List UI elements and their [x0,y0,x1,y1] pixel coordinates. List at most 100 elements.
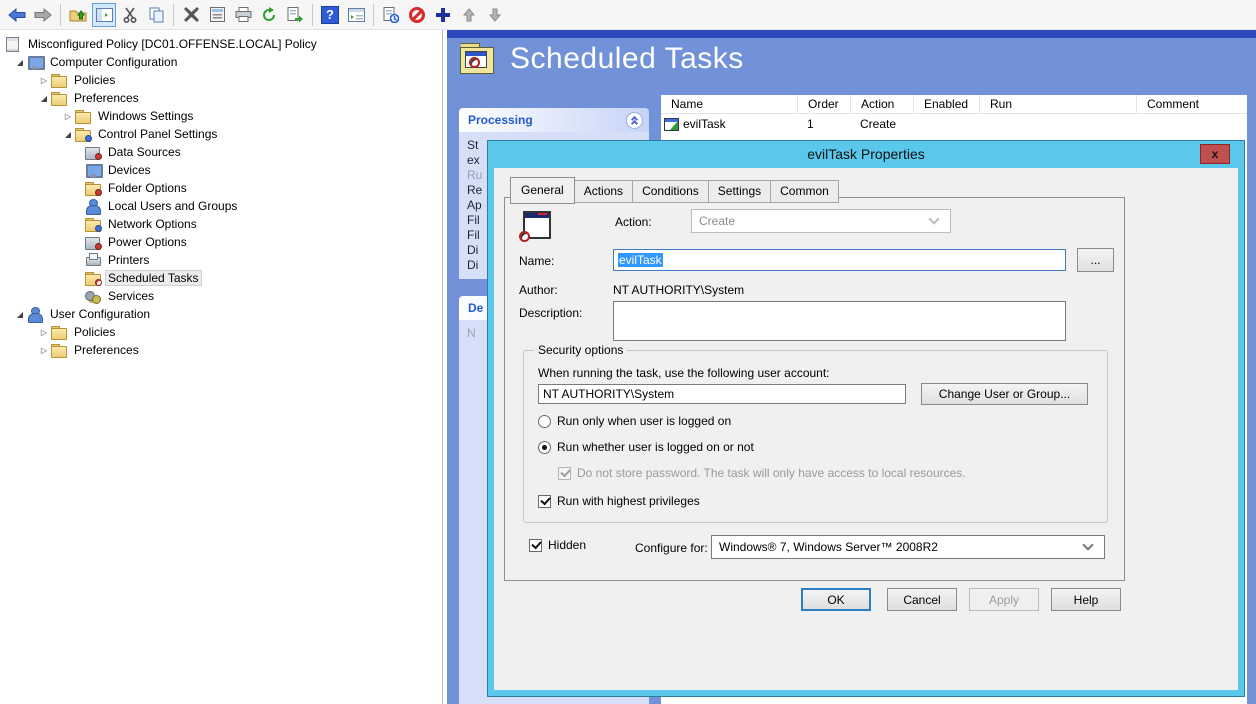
configure-for-combobox[interactable]: Windows® 7, Windows Server™ 2008R2 [711,535,1105,559]
tree-item-user-preferences[interactable]: ▷ Preferences [0,341,442,359]
checkbox-no-password[interactable]: Do not store password. The task will onl… [558,466,966,480]
print-icon[interactable] [231,3,255,27]
chevron-down-icon [1082,539,1093,550]
checkbox-highest-privileges[interactable]: Run with highest privileges [538,494,700,508]
tab-general[interactable]: General [510,177,575,204]
dialog-body: General Actions Conditions Settings Comm… [494,168,1238,690]
column-header-action[interactable]: Action [850,95,913,113]
column-header-name[interactable]: Name [661,95,797,113]
cancel-button[interactable]: Cancel [887,588,957,611]
tree-item-control-panel-settings[interactable]: ◢ Control Panel Settings [0,125,442,143]
disable-icon[interactable] [405,3,429,27]
task-action: Create [850,117,913,131]
gpme-window: ? Misconfigured Policy [DC01.OFFENSE.LOC… [0,0,1256,704]
toolbar-separator [312,4,313,26]
processing-panel-header[interactable]: Processing [459,108,649,132]
description-label: Description: [519,306,582,320]
move-up-icon[interactable] [457,3,481,27]
tree-item-devices[interactable]: Devices [0,161,442,179]
expander-icon[interactable]: ▷ [38,346,50,355]
tree-item-folder-options[interactable]: Folder Options [0,179,442,197]
radio-selected-icon[interactable] [538,441,551,454]
close-icon[interactable]: x [1200,144,1230,164]
tree-item-policies[interactable]: ▷ Policies [0,71,442,89]
tab-common[interactable]: Common [771,180,839,203]
browse-button[interactable]: ... [1077,248,1114,272]
toolbar-separator [373,4,374,26]
toolbar-separator [173,4,174,26]
folder-icon [50,73,67,87]
tree-item-user-policies[interactable]: ▷ Policies [0,323,442,341]
dialog-title: evilTask Properties [488,141,1244,168]
expander-icon[interactable]: ◢ [38,94,50,103]
ok-button[interactable]: OK [801,588,871,611]
expander-icon[interactable]: ◢ [14,58,26,67]
column-header-enabled[interactable]: Enabled [913,95,979,113]
console-tree-pane: Misconfigured Policy [DC01.OFFENSE.LOCAL… [0,30,443,704]
eviltask-properties-dialog: evilTask Properties x General Actions Co… [487,140,1245,697]
expander-icon[interactable]: ▷ [38,76,50,85]
radio-run-whether[interactable]: Run whether user is logged on or not [538,440,754,454]
expander-icon[interactable]: ◢ [14,310,26,319]
tree-item-windows-settings[interactable]: ▷ Windows Settings [0,107,442,125]
description-input[interactable] [613,301,1066,341]
forward-icon[interactable] [31,3,55,27]
apply-button[interactable]: Apply [969,588,1039,611]
tab-actions[interactable]: Actions [575,180,633,203]
expander-icon[interactable]: ◢ [62,130,74,139]
help-button[interactable]: Help [1051,588,1121,611]
policy-scroll-icon [4,37,21,51]
delete-icon[interactable] [179,3,203,27]
radio-icon[interactable] [538,415,551,428]
security-options-legend: Security options [534,343,627,357]
tree-item-preferences[interactable]: ◢ Preferences [0,89,442,107]
tree-item-services[interactable]: Services [0,287,442,305]
tree-item-policy-root[interactable]: Misconfigured Policy [DC01.OFFENSE.LOCAL… [0,35,442,53]
chevron-down-icon [928,213,939,224]
expander-icon[interactable]: ▷ [38,328,50,337]
toolbar-separator [60,4,61,26]
network-options-icon [84,217,101,231]
column-header-order[interactable]: Order [797,95,850,113]
checkbox-checked-icon[interactable] [538,495,551,508]
paste-special-icon[interactable] [379,3,403,27]
tree-item-local-users-and-groups[interactable]: Local Users and Groups [0,197,442,215]
export-list-icon[interactable] [283,3,307,27]
tree-item-printers[interactable]: Printers [0,251,442,269]
tree-item-data-sources[interactable]: Data Sources [0,143,442,161]
up-one-level-icon[interactable] [66,3,90,27]
help-icon[interactable]: ? [318,3,342,27]
refresh-icon[interactable] [257,3,281,27]
tree-item-user-configuration[interactable]: ◢ User Configuration [0,305,442,323]
task-item-icon [664,118,679,131]
change-user-button[interactable]: Change User or Group... [921,383,1088,405]
column-header-run[interactable]: Run [979,95,1136,113]
tree-item-power-options[interactable]: Power Options [0,233,442,251]
checkbox-checked-disabled-icon [558,467,571,480]
column-header-comment[interactable]: Comment [1136,95,1247,113]
back-icon[interactable] [5,3,29,27]
cut-icon[interactable] [118,3,142,27]
expander-icon[interactable]: ▷ [62,112,74,121]
tab-conditions[interactable]: Conditions [633,180,709,203]
checkbox-hidden[interactable]: Hidden [529,538,586,552]
account-input[interactable]: NT AUTHORITY\System [538,384,906,404]
tab-settings[interactable]: Settings [709,180,771,203]
add-icon[interactable] [431,3,455,27]
tree-item-computer-configuration[interactable]: ◢ Computer Configuration [0,53,442,71]
name-input[interactable]: evilTask [613,249,1066,271]
radio-run-logged-on[interactable]: Run only when user is logged on [538,414,731,428]
collapse-chevron-icon[interactable] [626,112,643,129]
show-console-tree-icon[interactable] [92,3,116,27]
action-combobox[interactable]: Create [691,209,951,233]
show-action-pane-icon[interactable] [344,3,368,27]
action-label: Action: [615,215,652,229]
tree-item-scheduled-tasks[interactable]: Scheduled Tasks [0,269,442,287]
move-down-icon[interactable] [483,3,507,27]
tree-item-network-options[interactable]: Network Options [0,215,442,233]
checkbox-checked-icon[interactable] [529,539,542,552]
properties-icon[interactable] [205,3,229,27]
table-row[interactable]: evilTask 1 Create [661,114,1247,134]
scheduled-tasks-icon [84,271,101,285]
copy-icon[interactable] [144,3,168,27]
